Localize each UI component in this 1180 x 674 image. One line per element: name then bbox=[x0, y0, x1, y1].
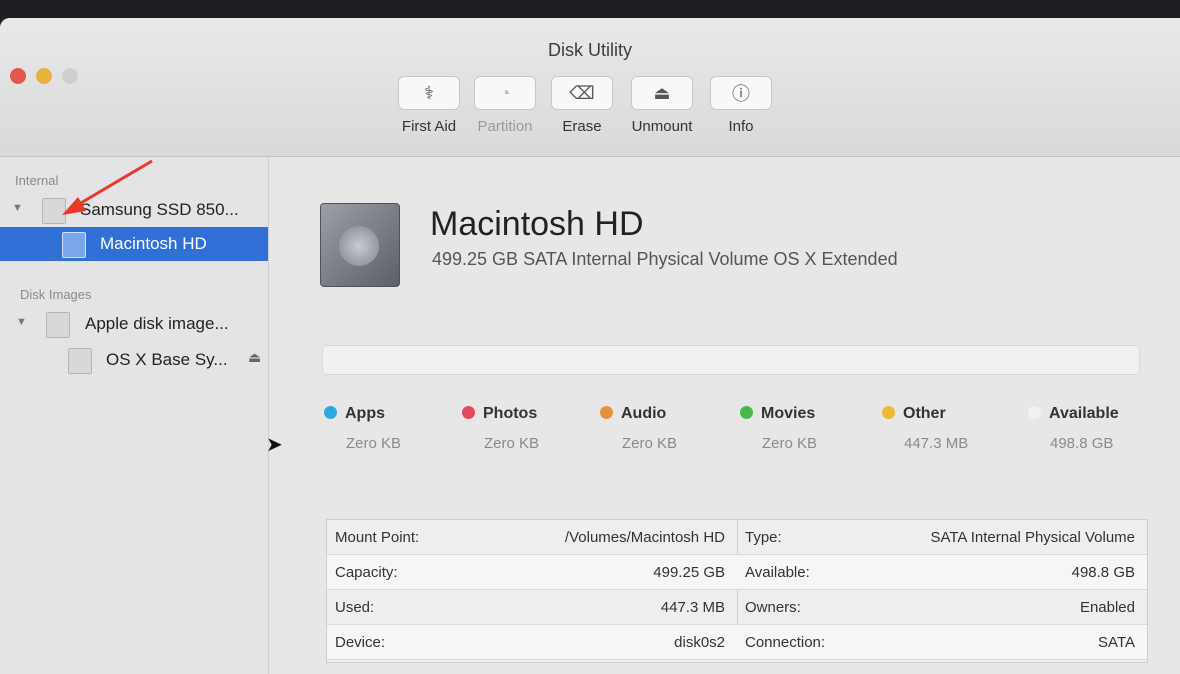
pie-chart-icon: ◔ bbox=[499, 82, 511, 103]
table-row: Capacity: 499.25 GB bbox=[327, 555, 737, 590]
annotation-arrow-icon bbox=[62, 159, 153, 215]
table-row: Available: 498.8 GB bbox=[737, 555, 1147, 590]
sidebar-item-label: Apple disk image... bbox=[85, 314, 229, 333]
partition-label: Partition bbox=[477, 118, 533, 135]
sidebar-item-os-x-base-system[interactable]: OS X Base Sy... ⏏ bbox=[0, 343, 268, 377]
volume-detail-pane: Macintosh HD 499.25 GB SATA Internal Phy… bbox=[270, 157, 1180, 674]
volume-name: Macintosh HD bbox=[430, 205, 644, 243]
first-aid-label: First Aid bbox=[401, 118, 457, 135]
legend-available: Available 498.8 GB bbox=[1028, 405, 1119, 452]
window-title: Disk Utility bbox=[548, 40, 632, 60]
erase-label: Erase bbox=[562, 118, 602, 135]
partition-button[interactable]: ◔ Partition bbox=[472, 76, 538, 135]
legend-photos: Photos Zero KB bbox=[462, 405, 539, 452]
legend-movies: Movies Zero KB bbox=[740, 405, 817, 452]
legend-value: Zero KB bbox=[346, 435, 402, 452]
volume-icon bbox=[68, 348, 92, 374]
unmount-button[interactable]: ⏏ Unmount bbox=[626, 76, 698, 135]
other-color-dot bbox=[882, 406, 895, 419]
sidebar-item-label: OS X Base Sy... bbox=[106, 350, 228, 369]
titlebar: Disk Utility ⚕ First Aid ◔ Partition ⌫ E… bbox=[0, 18, 1180, 157]
apps-color-dot bbox=[324, 406, 337, 419]
section-internal: Internal bbox=[15, 173, 59, 188]
hard-drive-icon bbox=[320, 203, 400, 287]
erase-drive-icon: ⌫ bbox=[569, 82, 595, 103]
available-color-dot bbox=[1028, 406, 1041, 419]
disk-utility-window: Disk Utility ⚕ First Aid ◔ Partition ⌫ E… bbox=[0, 18, 1180, 674]
table-row: Owners: Enabled bbox=[737, 590, 1147, 625]
photos-color-dot bbox=[462, 406, 475, 419]
storage-usage-bar bbox=[322, 345, 1140, 375]
audio-color-dot bbox=[600, 406, 613, 419]
first-aid-button[interactable]: ⚕ First Aid bbox=[396, 76, 462, 135]
legend-value: Zero KB bbox=[484, 435, 540, 452]
section-disk-images: Disk Images bbox=[20, 287, 92, 302]
info-column-left: Mount Point:/Volumes/Macintosh HD Capaci… bbox=[327, 520, 738, 660]
zoom-button[interactable] bbox=[62, 68, 78, 84]
legend-value: 447.3 MB bbox=[904, 435, 969, 452]
close-button[interactable] bbox=[10, 68, 26, 84]
volume-description: 499.25 GB SATA Internal Physical Volume … bbox=[432, 249, 898, 269]
info-button[interactable]: ⓘ Info bbox=[708, 76, 774, 135]
legend-apps: Apps Zero KB bbox=[324, 405, 401, 452]
sidebar-item-label: Macintosh HD bbox=[100, 234, 207, 253]
sidebar-item-macintosh-hd[interactable]: Macintosh HD bbox=[0, 227, 268, 261]
table-row: Device: disk0s2 bbox=[327, 625, 737, 660]
legend-audio: Audio Zero KB bbox=[600, 405, 677, 452]
legend-value: Zero KB bbox=[762, 435, 818, 452]
info-label: Info bbox=[728, 118, 754, 135]
unmount-label: Unmount bbox=[631, 118, 693, 135]
legend-other: Other 447.3 MB bbox=[882, 405, 968, 452]
movies-color-dot bbox=[740, 406, 753, 419]
erase-button[interactable]: ⌫ Erase bbox=[549, 76, 615, 135]
eject-icon[interactable]: ⏏ bbox=[248, 349, 261, 366]
minimize-button[interactable] bbox=[36, 68, 52, 84]
table-row: Mount Point:/Volumes/Macintosh HD bbox=[327, 520, 737, 555]
volume-icon bbox=[62, 232, 86, 258]
disclosure-triangle-icon[interactable]: ▼ bbox=[12, 202, 23, 214]
sidebar: Internal ▼ Samsung SSD 850... Macintosh … bbox=[0, 157, 269, 674]
disk-image-icon bbox=[46, 312, 70, 338]
info-column-right: Type: SATA Internal Physical Volume Avail… bbox=[737, 520, 1147, 660]
volume-info-table: Mount Point:/Volumes/Macintosh HD Capaci… bbox=[326, 519, 1148, 663]
stethoscope-icon: ⚕ bbox=[424, 82, 434, 103]
sidebar-item-apple-disk-image[interactable]: ▼ Apple disk image... bbox=[0, 307, 268, 341]
disclosure-triangle-icon[interactable]: ▼ bbox=[16, 316, 27, 328]
legend-value: 498.8 GB bbox=[1050, 435, 1114, 452]
legend-value: Zero KB bbox=[622, 435, 678, 452]
mouse-pointer-icon: ➤ bbox=[266, 434, 283, 456]
eject-icon: ⏏ bbox=[653, 82, 671, 103]
table-row: Used: 447.3 MB bbox=[327, 590, 737, 625]
table-row: Type: SATA Internal Physical Volume bbox=[737, 520, 1147, 555]
info-icon: ⓘ bbox=[732, 84, 750, 104]
table-row: Connection: SATA bbox=[737, 625, 1147, 660]
